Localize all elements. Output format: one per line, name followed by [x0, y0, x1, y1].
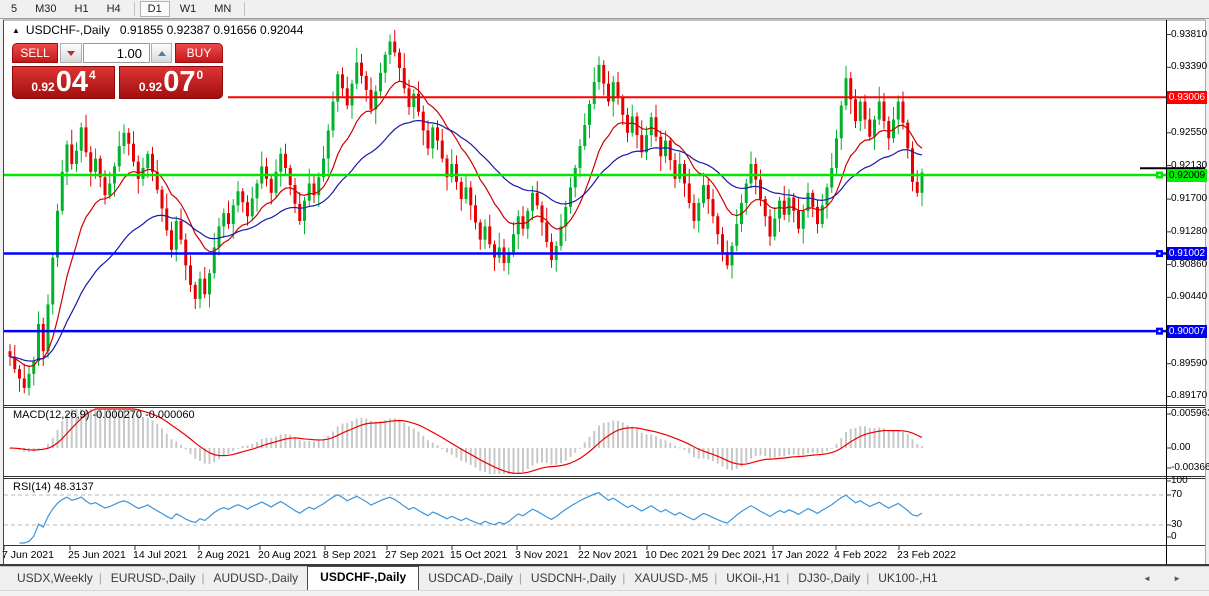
- symbol-tab-usdchf-daily[interactable]: USDCHF-,Daily: [307, 566, 420, 590]
- price-axis-label: 0.89590: [1171, 357, 1208, 369]
- sell-price-pip: 4: [88, 67, 96, 82]
- timeframe-button-h4[interactable]: H4: [99, 1, 129, 17]
- date-axis-label: 4 Feb 2022: [834, 549, 888, 561]
- date-axis-label: 25 Jun 2021: [68, 549, 126, 561]
- date-axis-label: 7 Jun 2021: [2, 549, 54, 561]
- spinner-up-icon: [157, 50, 166, 56]
- symbol-tab-ukoil-h1[interactable]: UKOil-,H1: [714, 567, 789, 590]
- date-axis-label: 8 Sep 2021: [323, 549, 377, 561]
- date-axis-label: 3 Nov 2021: [515, 549, 569, 561]
- buy-price-box[interactable]: 0.92 07 0: [119, 66, 223, 99]
- price-axis-label: 0.93810: [1171, 28, 1208, 40]
- symbol-tab-dj30-daily[interactable]: DJ30-,Daily: [786, 567, 869, 590]
- buy-button[interactable]: BUY: [175, 43, 223, 63]
- buy-price-prefix: 0.92: [138, 80, 163, 94]
- timeframe-button-h1[interactable]: H1: [67, 1, 97, 17]
- sell-button[interactable]: SELL: [12, 43, 58, 63]
- symbol-tab-bar: USDX,WeeklyEURUSD-,DailyAUDUSD-,DailyUSD…: [0, 566, 1209, 590]
- date-axis-label: 2 Aug 2021: [197, 549, 251, 561]
- price-axis-label: 0.93390: [1171, 61, 1208, 73]
- price-level-badge: 0.91002: [1167, 247, 1207, 261]
- volume-input[interactable]: [83, 43, 150, 63]
- chart-title: ▲ USDCHF-,Daily 0.91855 0.92387 0.91656 0.…: [12, 23, 303, 37]
- date-axis-label: 10 Dec 2021: [645, 549, 705, 561]
- collapse-triangle-icon[interactable]: ▲: [12, 26, 20, 35]
- volume-decrease-button[interactable]: [60, 43, 82, 63]
- date-axis-label: 22 Nov 2021: [578, 549, 638, 561]
- rsi-axis-label: 100: [1171, 475, 1188, 486]
- date-axis-label: 20 Aug 2021: [258, 549, 317, 561]
- sell-price-box[interactable]: 0.92 04 4: [12, 66, 115, 99]
- symbol-tab-xauusd-m5[interactable]: XAUUSD-,M5: [622, 567, 717, 590]
- date-axis-label: 17 Jan 2022: [771, 549, 829, 561]
- buy-price-main: 07: [163, 66, 196, 98]
- price-axis-label: 0.92550: [1171, 126, 1208, 138]
- buy-price-pip: 0: [196, 67, 204, 82]
- date-axis-label: 15 Oct 2021: [450, 549, 508, 561]
- rsi-indicator-label: RSI(14) 48.3137: [13, 481, 94, 493]
- symbol-tab-usdcad-daily[interactable]: USDCAD-,Daily: [419, 567, 522, 590]
- macd-axis-label: -0.003664: [1171, 462, 1209, 473]
- macd-indicator-label: MACD(12,26,9) -0.000270 -0.000060: [13, 409, 195, 421]
- symbol-tab-eurusd-daily[interactable]: EURUSD-,Daily: [99, 567, 205, 590]
- price-axis-label: 0.89170: [1171, 390, 1208, 402]
- chart-ohlc-values: 0.91855 0.92387 0.91656 0.92044: [119, 23, 304, 37]
- date-axis-label: 27 Sep 2021: [385, 549, 445, 561]
- toolbar-separator: [133, 2, 135, 16]
- timeframe-button-d1[interactable]: D1: [139, 1, 170, 17]
- timeframe-button-w1[interactable]: W1: [172, 1, 205, 17]
- sell-price-prefix: 0.92: [31, 80, 55, 94]
- symbol-tab-audusd-daily[interactable]: AUDUSD-,Daily: [201, 567, 307, 590]
- volume-increase-button[interactable]: [151, 43, 172, 63]
- sell-price-main: 04: [55, 66, 88, 98]
- rsi-axis-label: 30: [1171, 519, 1183, 530]
- rsi-axis-label: 70: [1171, 489, 1183, 500]
- status-strip: [0, 590, 1209, 596]
- timeframe-toolbar: 5 M30 H1 H4 D1 W1 MN: [0, 0, 1209, 19]
- rsi-axis-label: 0: [1171, 531, 1177, 542]
- symbol-tab-usdx-weekly[interactable]: USDX,Weekly: [8, 567, 102, 590]
- date-axis-label: 23 Feb 2022: [897, 549, 956, 561]
- price-axis-label: 0.90440: [1171, 291, 1208, 303]
- date-axis-label: 14 Jul 2021: [133, 549, 188, 561]
- timeframe-button-m30[interactable]: M30: [27, 1, 64, 17]
- tab-scroll-arrows[interactable]: ◄ ►: [1143, 574, 1191, 583]
- trading-terminal-window: 5 M30 H1 H4 D1 W1 MN ▲ USDCHF-,Daily 0.91855 0.9…: [0, 0, 1209, 596]
- price-axis-label: 0.91700: [1171, 193, 1208, 205]
- timeframe-button-5[interactable]: 5: [3, 1, 25, 17]
- symbol-tab-uk100-h1[interactable]: UK100-,H1: [866, 567, 946, 590]
- price-level-badge: 0.92009: [1167, 168, 1207, 182]
- spinner-down-icon: [67, 50, 75, 56]
- macd-axis-label: 0.005963: [1171, 408, 1209, 419]
- symbol-tab-usdcnh-daily[interactable]: USDCNH-,Daily: [519, 567, 625, 590]
- date-axis-label: 29 Dec 2021: [707, 549, 767, 561]
- timeframe-button-mn[interactable]: MN: [206, 1, 239, 17]
- price-level-badge: 0.90007: [1167, 324, 1207, 338]
- chart-symbol-label: USDCHF-,Daily: [25, 23, 110, 37]
- macd-axis-label: 0.00: [1171, 442, 1191, 453]
- price-axis-label: 0.90860: [1171, 258, 1208, 270]
- toolbar-separator: [244, 2, 246, 16]
- price-axis-label: 0.91280: [1171, 225, 1208, 237]
- price-level-badge: 0.93006: [1167, 90, 1207, 104]
